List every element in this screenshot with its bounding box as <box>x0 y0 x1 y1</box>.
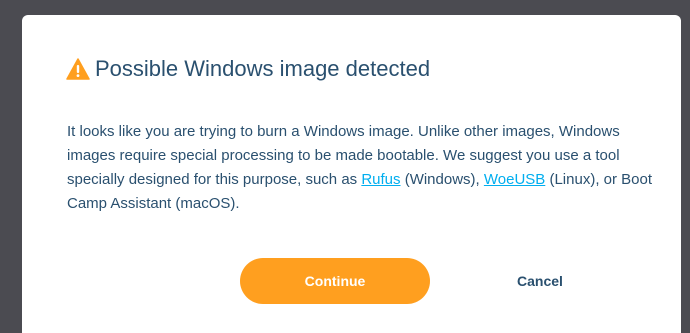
warning-dialog: Possible Windows image detected It looks… <box>22 15 681 333</box>
rufus-link[interactable]: Rufus <box>361 171 400 188</box>
dialog-header: Possible Windows image detected <box>66 55 430 83</box>
message-text-2: (Windows), <box>400 171 484 188</box>
dialog-title: Possible Windows image detected <box>95 56 431 81</box>
warning-triangle-icon <box>66 58 90 80</box>
dialog-message: It looks like you are trying to burn a W… <box>67 120 659 216</box>
woeusb-link[interactable]: WoeUSB <box>484 171 545 188</box>
continue-button[interactable]: Continue <box>240 258 430 304</box>
cancel-button[interactable]: Cancel <box>500 258 580 304</box>
